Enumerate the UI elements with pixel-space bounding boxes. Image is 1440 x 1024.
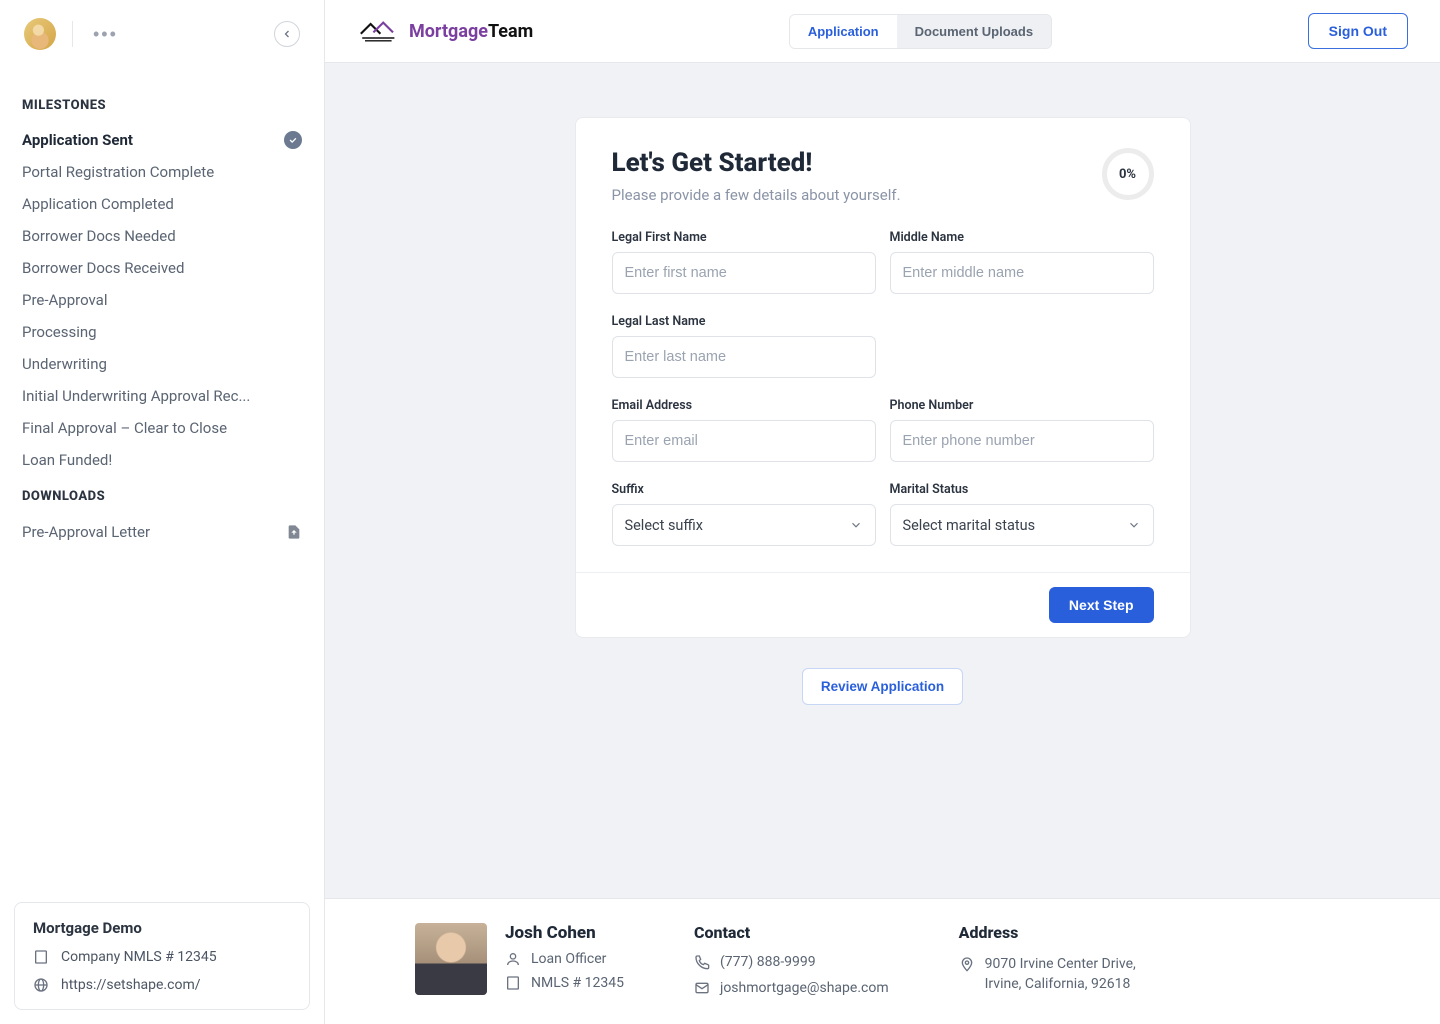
loan-officer-nmls: NMLS # 12345	[531, 975, 624, 991]
more-menu-button[interactable]: •••	[89, 20, 122, 49]
brand-logo: MortgageTeam	[357, 17, 533, 45]
milestone-label: Borrower Docs Received	[22, 259, 184, 277]
loan-officer-title: Loan Officer	[531, 951, 606, 967]
milestone-item[interactable]: Borrower Docs Needed	[22, 227, 302, 245]
milestone-label: Processing	[22, 323, 97, 341]
middle-name-label: Middle Name	[890, 230, 1154, 245]
sidebar: ••• MILESTONES Application Sent Portal R…	[0, 0, 325, 1024]
downloads-heading: DOWNLOADS	[22, 489, 302, 504]
phone-label: Phone Number	[890, 398, 1154, 413]
tab-switch: Application Document Uploads	[789, 14, 1052, 49]
last-name-input[interactable]	[612, 336, 876, 378]
contact-phone-row[interactable]: (777) 888-9999	[694, 954, 889, 970]
company-website-row[interactable]: https://setshape.com/	[33, 977, 291, 993]
middle-name-input[interactable]	[890, 252, 1154, 294]
loan-officer-nmls-row: NMLS # 12345	[505, 975, 624, 991]
suffix-select[interactable]: Select suffix	[612, 504, 876, 546]
building-icon	[33, 949, 49, 965]
mail-icon	[694, 980, 710, 996]
milestone-item[interactable]: Borrower Docs Received	[22, 259, 302, 277]
location-icon	[959, 956, 975, 972]
first-name-label: Legal First Name	[612, 230, 876, 245]
building-icon	[505, 975, 521, 991]
house-logo-icon	[357, 17, 401, 45]
contact-email-row[interactable]: joshmortgage@shape.com	[694, 980, 889, 996]
review-application-button[interactable]: Review Application	[802, 668, 963, 705]
contact-heading: Contact	[694, 923, 889, 942]
milestone-item[interactable]: Final Approval – Clear to Close	[22, 419, 302, 437]
milestone-label: Application Completed	[22, 195, 174, 213]
loan-officer-photo	[415, 923, 487, 995]
milestone-item[interactable]: Pre-Approval	[22, 291, 302, 309]
email-label: Email Address	[612, 398, 876, 413]
contact-phone: (777) 888-9999	[720, 954, 816, 970]
progress-indicator: 0%	[1102, 148, 1154, 200]
milestones-heading: MILESTONES	[22, 98, 302, 113]
contact-email: joshmortgage@shape.com	[720, 980, 889, 996]
tab-application[interactable]: Application	[790, 15, 897, 48]
marital-selected: Select marital status	[903, 517, 1036, 534]
suffix-label: Suffix	[612, 482, 876, 497]
last-name-label: Legal Last Name	[612, 314, 876, 329]
main: MortgageTeam Application Document Upload…	[325, 0, 1440, 1024]
marital-label: Marital Status	[890, 482, 1154, 497]
milestone-label: Underwriting	[22, 355, 107, 373]
phone-icon	[694, 954, 710, 970]
address-text: 9070 Irvine Center Drive, Irvine, Califo…	[985, 954, 1175, 995]
person-icon	[505, 951, 521, 967]
marital-select[interactable]: Select marital status	[890, 504, 1154, 546]
milestone-label: Final Approval – Clear to Close	[22, 419, 227, 437]
loan-officer-name: Josh Cohen	[505, 923, 624, 943]
download-label: Pre-Approval Letter	[22, 523, 150, 541]
address-heading: Address	[959, 923, 1175, 942]
file-download-icon	[286, 522, 302, 542]
company-website: https://setshape.com/	[61, 977, 201, 993]
globe-icon	[33, 977, 49, 993]
company-nmls-row: Company NMLS # 12345	[33, 949, 291, 965]
company-nmls: Company NMLS # 12345	[61, 949, 217, 965]
email-input[interactable]	[612, 420, 876, 462]
milestone-item[interactable]: Initial Underwriting Approval Rec...	[22, 387, 302, 405]
company-name: Mortgage Demo	[33, 919, 291, 937]
next-step-button[interactable]: Next Step	[1049, 587, 1154, 623]
milestone-label: Portal Registration Complete	[22, 163, 214, 181]
milestone-label: Initial Underwriting Approval Rec...	[22, 387, 250, 405]
milestone-item[interactable]: Application Sent	[22, 131, 302, 149]
phone-input[interactable]	[890, 420, 1154, 462]
chevron-down-icon	[1127, 518, 1141, 532]
tab-document-uploads[interactable]: Document Uploads	[897, 15, 1051, 48]
topbar: MortgageTeam Application Document Upload…	[325, 0, 1440, 63]
suffix-selected: Select suffix	[625, 517, 704, 534]
form-card: Let's Get Started! Please provide a few …	[575, 117, 1191, 638]
milestone-item[interactable]: Application Completed	[22, 195, 302, 213]
first-name-input[interactable]	[612, 252, 876, 294]
milestone-label: Borrower Docs Needed	[22, 227, 176, 245]
company-card: Mortgage Demo Company NMLS # 12345 https…	[14, 902, 310, 1010]
divider	[72, 21, 73, 47]
sign-out-button[interactable]: Sign Out	[1308, 13, 1408, 49]
footer: Josh Cohen Loan Officer NMLS # 12345 Con…	[325, 898, 1440, 1024]
milestone-item[interactable]: Processing	[22, 323, 302, 341]
user-avatar[interactable]	[24, 18, 56, 50]
chevron-down-icon	[849, 518, 863, 532]
milestone-item[interactable]: Underwriting	[22, 355, 302, 373]
check-icon	[284, 131, 302, 149]
milestone-label: Application Sent	[22, 131, 133, 149]
milestones-list: Application Sent Portal Registration Com…	[22, 131, 302, 469]
milestone-label: Pre-Approval	[22, 291, 107, 309]
card-title: Let's Get Started!	[612, 148, 901, 178]
milestone-item[interactable]: Loan Funded!	[22, 451, 302, 469]
brand-text: MortgageTeam	[409, 21, 533, 42]
collapse-sidebar-button[interactable]	[274, 21, 300, 47]
milestone-label: Loan Funded!	[22, 451, 112, 469]
download-item[interactable]: Pre-Approval Letter	[22, 522, 302, 542]
loan-officer-title-row: Loan Officer	[505, 951, 624, 967]
milestone-item[interactable]: Portal Registration Complete	[22, 163, 302, 181]
card-subtitle: Please provide a few details about yours…	[612, 186, 901, 204]
